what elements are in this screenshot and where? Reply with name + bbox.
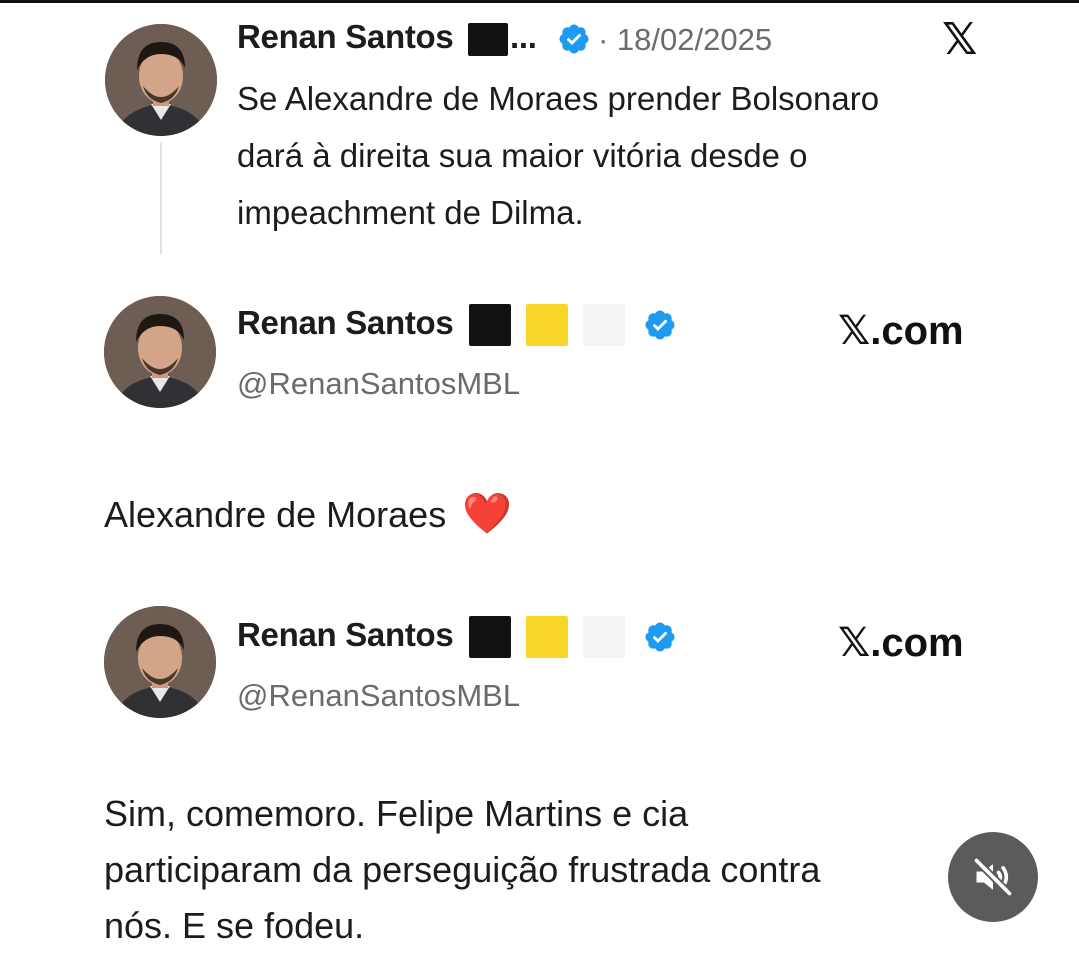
flag-emoji-yellow-square xyxy=(526,304,568,346)
avatar-portrait xyxy=(104,296,216,408)
x-logo-icon[interactable]: 𝕏 xyxy=(942,14,977,65)
avatar-portrait xyxy=(104,606,216,718)
avatar[interactable] xyxy=(104,606,216,718)
tweet-text-line: Se Alexandre de Moraes prender Bolsonaro xyxy=(237,80,880,117)
flag-emoji-white-square xyxy=(583,304,625,346)
verified-badge-icon xyxy=(645,622,675,652)
flag-emoji-black-square xyxy=(468,23,508,56)
flag-emoji-black-square xyxy=(469,304,511,346)
flag-emoji-black-square xyxy=(469,616,511,658)
flag-emoji-white-square xyxy=(583,616,625,658)
tweet-text: Alexandre de Moraes ❤️ xyxy=(104,486,512,543)
author-name[interactable]: Renan Santos xyxy=(237,616,454,654)
x-dot-com-logo[interactable]: 𝕏.com xyxy=(838,308,964,354)
mute-button[interactable] xyxy=(948,832,1038,922)
x-dot-com-logo[interactable]: 𝕏.com xyxy=(838,620,964,666)
author-name[interactable]: Renan Santos xyxy=(237,18,454,56)
verified-badge-icon xyxy=(645,310,675,340)
name-ellipsis: ... xyxy=(510,18,537,55)
flag-emoji-yellow-square xyxy=(526,616,568,658)
tweet-text-line: impeachment de Dilma. xyxy=(237,194,584,231)
avatar-portrait xyxy=(105,24,217,136)
author-name[interactable]: Renan Santos xyxy=(237,304,454,342)
tweet-text-content: Alexandre de Moraes xyxy=(104,494,447,535)
speaker-muted-icon xyxy=(972,856,1014,898)
top-border xyxy=(0,0,1079,3)
tweet-text-line: Sim, comemoro. Felipe Martins e cia xyxy=(104,793,689,834)
avatar[interactable] xyxy=(104,296,216,408)
verified-badge-icon xyxy=(559,24,589,54)
author-handle[interactable]: @RenanSantosMBL xyxy=(237,678,520,714)
tweet-text-line: participaram da perseguição frustrada co… xyxy=(104,849,821,890)
tweet-text: Sim, comemoro. Felipe Martins e cia part… xyxy=(104,786,820,954)
tweet-date: · 18/02/2025 xyxy=(598,22,773,57)
thread-connector-line xyxy=(160,142,162,254)
avatar[interactable] xyxy=(105,24,217,136)
author-handle[interactable]: @RenanSantosMBL xyxy=(237,366,520,402)
tweet-text-line: dará à direita sua maior vitória desde o xyxy=(237,137,808,174)
tweet-text: Se Alexandre de Moraes prender Bolsonaro… xyxy=(237,70,879,241)
tweet-text-line: nós. E se fodeu. xyxy=(104,905,365,946)
red-heart-emoji: ❤️ xyxy=(462,492,513,536)
